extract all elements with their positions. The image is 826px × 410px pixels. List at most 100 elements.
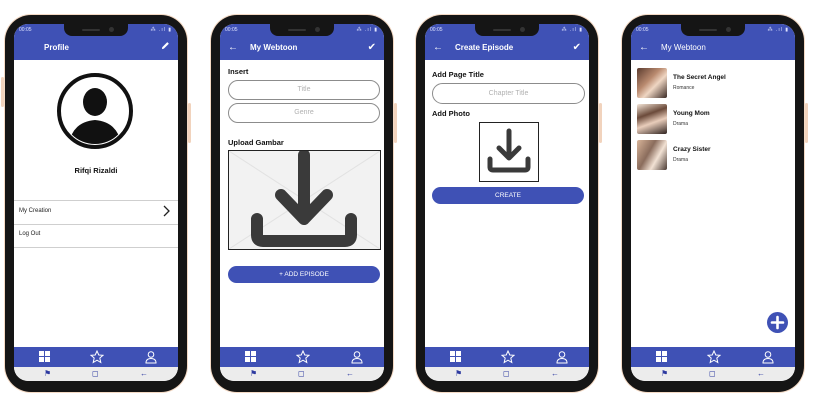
avatar bbox=[56, 72, 134, 150]
list-item[interactable]: Crazy Sister Drama bbox=[637, 140, 787, 170]
phone-side-button bbox=[1, 77, 4, 107]
add-episode-button[interactable]: + ADD EPISODE bbox=[228, 266, 380, 283]
star-icon[interactable] bbox=[706, 349, 722, 364]
star-icon[interactable] bbox=[89, 349, 105, 364]
back-icon[interactable]: ← bbox=[757, 369, 765, 379]
back-arrow-icon[interactable]: ← bbox=[228, 36, 238, 60]
create-button[interactable]: CREATE bbox=[432, 187, 584, 204]
recent-apps-icon[interactable]: ⚑ bbox=[44, 369, 51, 379]
title-input[interactable]: Title bbox=[228, 80, 380, 100]
bottom-nav bbox=[14, 347, 178, 367]
person-icon[interactable] bbox=[555, 350, 569, 364]
screen-create-episode: 00:05 ⁂ .ıl ▮ ← Create Episode ✔ Add Pag… bbox=[425, 24, 589, 381]
recent-apps-icon[interactable]: ⚑ bbox=[455, 369, 462, 379]
star-icon[interactable] bbox=[295, 349, 311, 364]
camera-notch bbox=[270, 24, 334, 36]
page-title: My Webtoon bbox=[661, 43, 706, 52]
system-nav: ⚑ ◻ ← bbox=[220, 367, 384, 381]
status-icons: ⁂ .ıl ▮ bbox=[356, 27, 378, 33]
status-time: 00:05 bbox=[430, 27, 443, 33]
grid-icon[interactable] bbox=[244, 350, 258, 364]
person-icon[interactable] bbox=[144, 350, 158, 364]
menu-item-label: My Creation bbox=[19, 208, 52, 214]
screen-my-webtoon-form: 00:05 ⁂ .ıl ▮ ← My Webtoon ✔ Insert Titl… bbox=[220, 24, 384, 381]
check-icon[interactable]: ✔ bbox=[368, 36, 376, 60]
star-icon[interactable] bbox=[500, 349, 516, 364]
page-title: Create Episode bbox=[455, 43, 514, 52]
page-title-label: Add Page Title bbox=[432, 70, 484, 79]
status-icons: ⁂ .ıl ▮ bbox=[561, 27, 583, 33]
user-name: Rifqi Rizaldi bbox=[74, 166, 118, 175]
person-icon[interactable] bbox=[350, 350, 364, 364]
system-nav: ⚑ ◻ ← bbox=[425, 367, 589, 381]
menu-item-log-out[interactable]: Log Out bbox=[14, 224, 178, 248]
system-nav: ⚑ ◻ ← bbox=[631, 367, 795, 381]
grid-icon[interactable] bbox=[38, 350, 52, 364]
grid-icon[interactable] bbox=[449, 350, 463, 364]
item-genre: Drama bbox=[673, 157, 689, 163]
edit-icon[interactable] bbox=[161, 36, 170, 60]
item-genre: Romance bbox=[673, 85, 695, 91]
item-genre: Drama bbox=[673, 121, 689, 127]
status-time: 00:05 bbox=[19, 27, 32, 33]
app-bar: ← My Webtoon bbox=[631, 36, 795, 60]
download-icon bbox=[487, 128, 531, 173]
status-time: 00:05 bbox=[225, 27, 238, 33]
download-icon bbox=[228, 149, 381, 250]
app-bar: ← Create Episode ✔ bbox=[425, 36, 589, 60]
plus-icon bbox=[770, 315, 785, 330]
phone-create-episode: 00:05 ⁂ .ıl ▮ ← Create Episode ✔ Add Pag… bbox=[416, 15, 602, 392]
photo-label: Add Photo bbox=[432, 109, 470, 118]
system-nav: ⚑ ◻ ← bbox=[14, 367, 178, 381]
camera-notch bbox=[64, 24, 128, 36]
phone-side-button bbox=[599, 103, 602, 143]
status-icons: ⁂ .ıl ▮ bbox=[767, 27, 789, 33]
app-bar: ← My Webtoon ✔ bbox=[220, 36, 384, 60]
insert-label: Insert bbox=[228, 67, 249, 76]
recent-apps-icon[interactable]: ⚑ bbox=[250, 369, 257, 379]
cover-thumbnail bbox=[637, 140, 667, 170]
page-title: Profile bbox=[44, 43, 69, 52]
add-fab-button[interactable] bbox=[767, 312, 788, 333]
bottom-nav bbox=[425, 347, 589, 367]
item-title: Young Mom bbox=[673, 110, 710, 117]
page-title: My Webtoon bbox=[250, 43, 298, 52]
item-title: Crazy Sister bbox=[673, 146, 711, 153]
check-icon[interactable]: ✔ bbox=[573, 36, 581, 60]
camera-notch bbox=[681, 24, 745, 36]
app-bar: Profile bbox=[14, 36, 178, 60]
back-icon[interactable]: ← bbox=[140, 369, 148, 379]
bottom-nav bbox=[631, 347, 795, 367]
cover-thumbnail bbox=[637, 68, 667, 98]
phone-side-button bbox=[394, 103, 397, 143]
menu-item-label: Log Out bbox=[19, 231, 41, 237]
home-icon[interactable]: ◻ bbox=[709, 369, 716, 379]
menu-item-my-creation[interactable]: My Creation bbox=[14, 200, 178, 225]
status-time: 00:05 bbox=[636, 27, 649, 33]
back-arrow-icon[interactable]: ← bbox=[639, 36, 649, 60]
upload-label: Upload Gambar bbox=[228, 138, 284, 147]
phone-side-button bbox=[805, 103, 808, 143]
phone-profile: 00:05 ⁂ .ıl ▮ Profile Rifqi Rizaldi My C… bbox=[1, 15, 191, 392]
phone-my-webtoon-list: 00:05 ⁂ .ıl ▮ ← My Webtoon The Secret An… bbox=[622, 15, 808, 392]
screen-my-webtoon-list: 00:05 ⁂ .ıl ▮ ← My Webtoon The Secret An… bbox=[631, 24, 795, 381]
cover-thumbnail bbox=[637, 104, 667, 134]
upload-image-box[interactable] bbox=[228, 149, 381, 250]
home-icon[interactable]: ◻ bbox=[92, 369, 99, 379]
back-arrow-icon[interactable]: ← bbox=[433, 36, 443, 60]
grid-icon[interactable] bbox=[655, 350, 669, 364]
back-icon[interactable]: ← bbox=[346, 369, 354, 379]
person-icon[interactable] bbox=[761, 350, 775, 364]
home-icon[interactable]: ◻ bbox=[503, 369, 510, 379]
back-icon[interactable]: ← bbox=[551, 369, 559, 379]
home-icon[interactable]: ◻ bbox=[298, 369, 305, 379]
phone-my-webtoon-form: 00:05 ⁂ .ıl ▮ ← My Webtoon ✔ Insert Titl… bbox=[211, 15, 397, 392]
list-item[interactable]: The Secret Angel Romance bbox=[637, 68, 787, 98]
list-item[interactable]: Young Mom Drama bbox=[637, 104, 787, 134]
recent-apps-icon[interactable]: ⚑ bbox=[661, 369, 668, 379]
add-photo-box[interactable] bbox=[479, 122, 539, 182]
chapter-title-input[interactable]: Chapter Title bbox=[432, 83, 585, 104]
status-icons: ⁂ .ıl ▮ bbox=[150, 27, 172, 33]
genre-input[interactable]: Genre bbox=[228, 103, 380, 123]
camera-notch bbox=[475, 24, 539, 36]
